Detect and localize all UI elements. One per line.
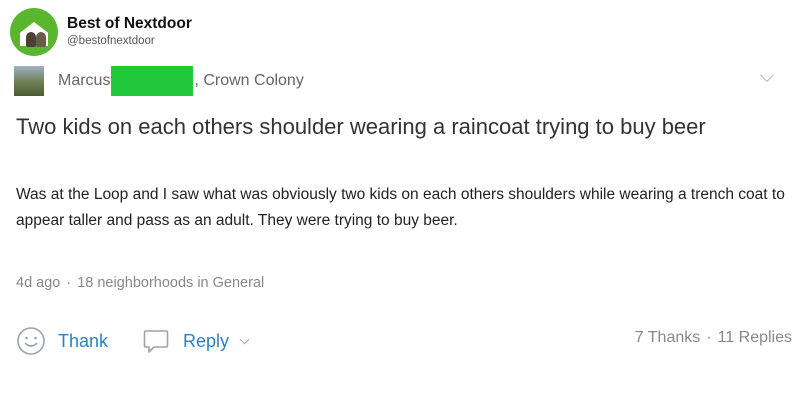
meta-separator: ·: [66, 275, 72, 291]
thanks-count[interactable]: 7 Thanks: [635, 329, 701, 347]
post-actions: Thank Reply: [16, 324, 250, 358]
thank-label: Thank: [58, 330, 109, 351]
chevron-down-icon[interactable]: [239, 334, 250, 344]
replies-count[interactable]: 11 Replies: [718, 329, 792, 347]
post-meta: 4d ago · 18 neighborhoods in General: [16, 275, 264, 291]
tweet-header: Best of Nextdoor @bestofnextdoor: [10, 8, 192, 56]
person-figure: [36, 32, 46, 47]
author-location: , Crown Colony: [194, 72, 304, 89]
reply-button[interactable]: Reply: [142, 327, 250, 355]
stats-separator: ·: [706, 329, 712, 346]
smile-icon: [17, 327, 45, 355]
author-name[interactable]: Marcus: [58, 72, 110, 90]
post-time: 4d ago: [16, 275, 61, 291]
post-author: Marcus , Crown Colony: [14, 64, 304, 98]
chevron-down-icon[interactable]: [759, 67, 775, 83]
post-title: Two kids on each others shoulder wearing…: [16, 114, 706, 139]
post-stats: 7 Thanks · 11 Replies: [635, 329, 792, 347]
post-audience[interactable]: 18 neighborhoods in General: [77, 275, 264, 291]
reply-bubble-icon: [143, 330, 169, 353]
thank-button[interactable]: Thank: [16, 326, 108, 356]
account-handle[interactable]: @bestofnextdoor: [67, 35, 192, 49]
reply-label: Reply: [183, 330, 230, 351]
redaction-box: [111, 66, 194, 96]
account-avatar[interactable]: [10, 8, 58, 56]
post-body: Was at the Loop and I saw what was obvio…: [16, 186, 785, 229]
person-figure: [26, 32, 36, 47]
author-avatar[interactable]: [14, 66, 44, 96]
account-name[interactable]: Best of Nextdoor: [67, 15, 192, 34]
account-names: Best of Nextdoor @bestofnextdoor: [67, 15, 192, 49]
